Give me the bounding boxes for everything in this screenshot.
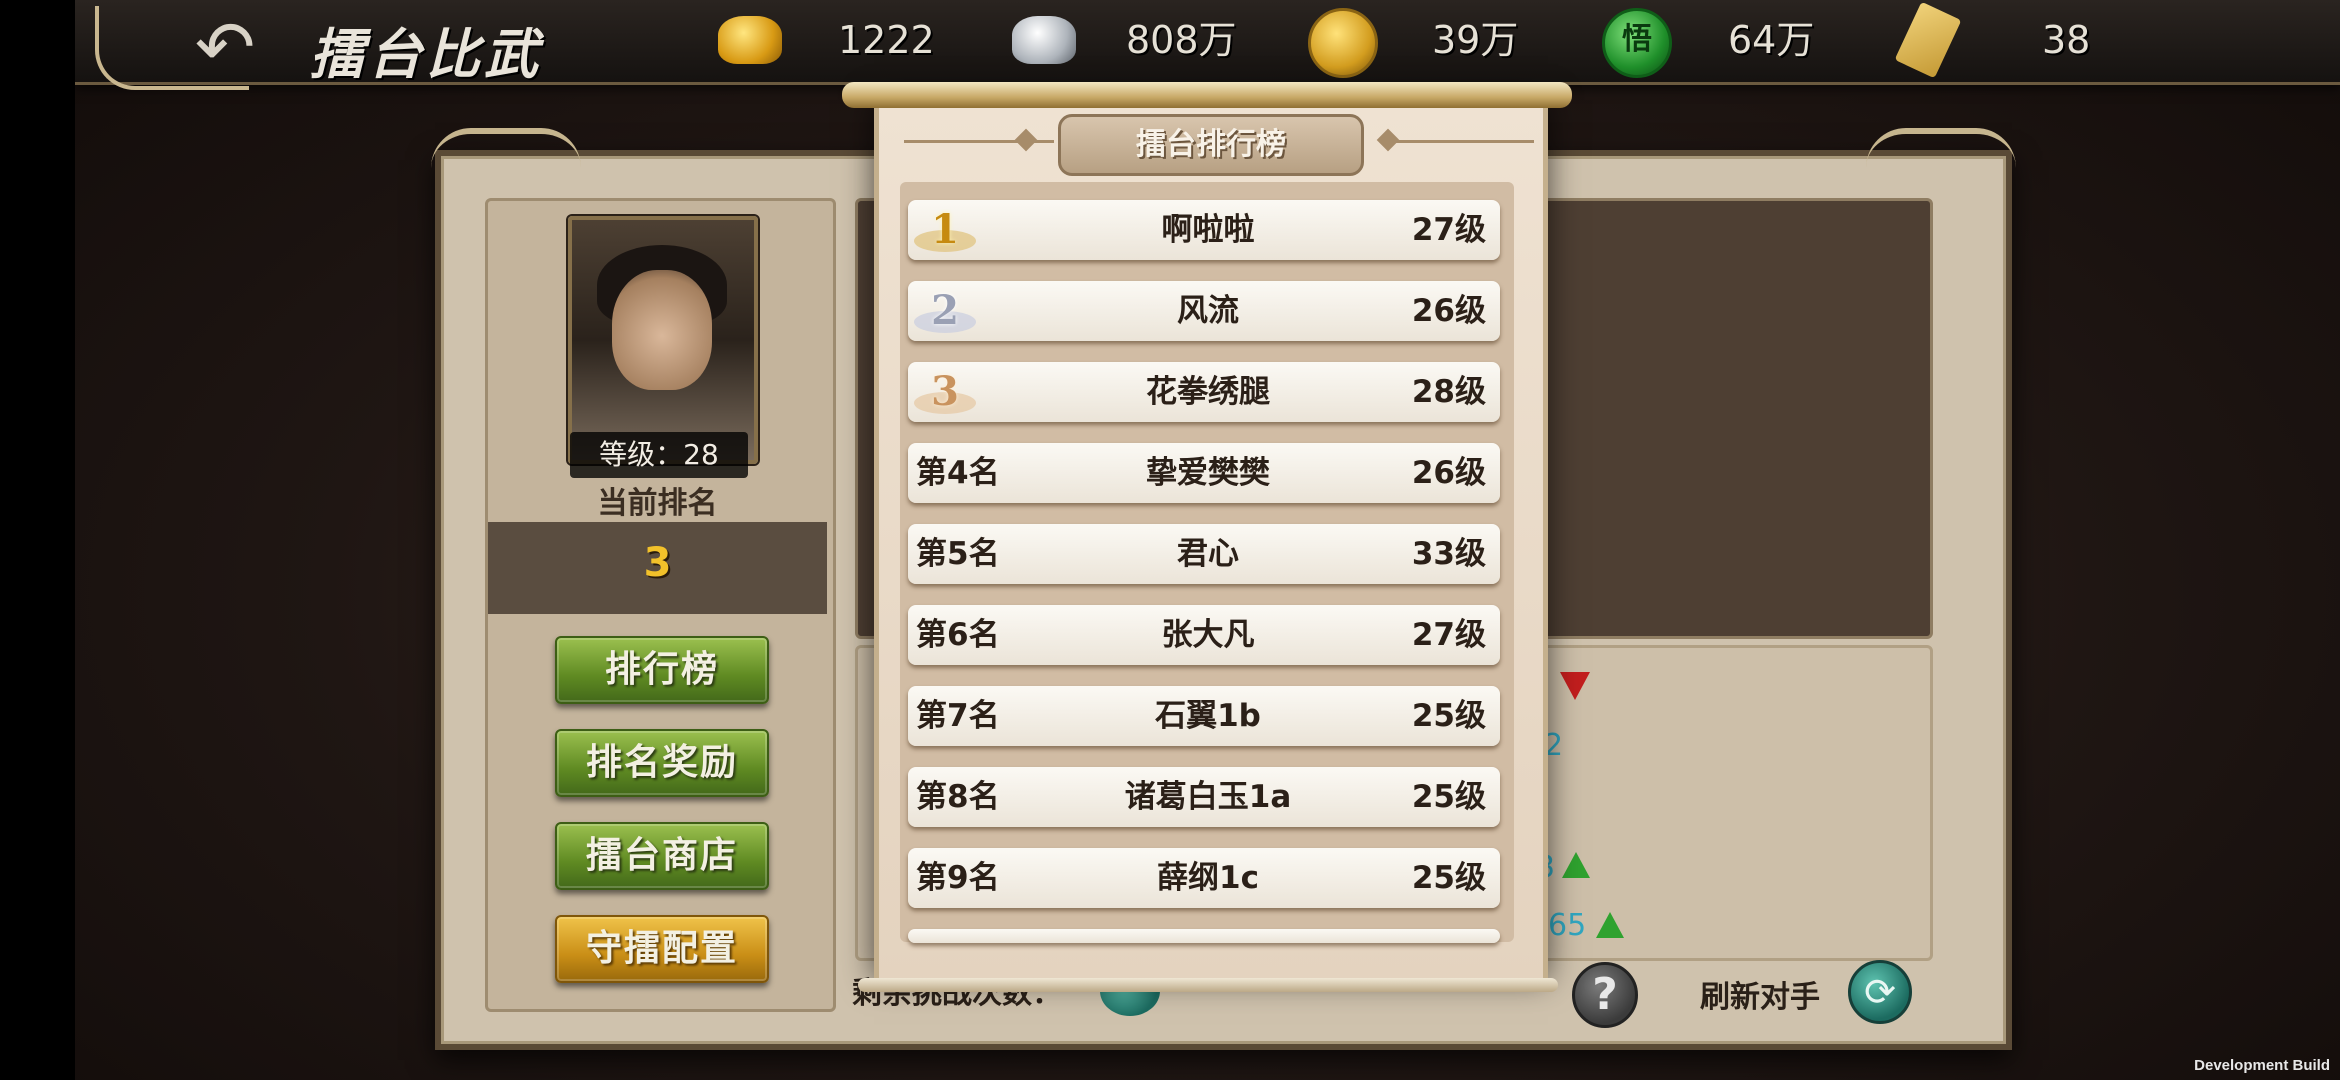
- rank-up-arrow-icon: [1562, 852, 1590, 878]
- defense-config-button[interactable]: 守擂配置: [555, 915, 769, 983]
- player-level: 25级: [1411, 860, 1486, 896]
- rank-label: 第7名: [916, 698, 1000, 734]
- leaderboard-row[interactable]: 第7名 石翼1b 25级: [908, 686, 1500, 746]
- copper-coin-icon: [1308, 8, 1378, 78]
- player-name: 挚爱樊樊: [1146, 455, 1270, 491]
- player-level: 27级: [1411, 212, 1486, 248]
- leaderboard-row[interactable]: 3 花拳绣腿 28级: [908, 362, 1500, 422]
- back-arrow-icon[interactable]: ↶: [170, 11, 280, 83]
- jade-value: 64万: [1728, 18, 1815, 62]
- rank-up-arrow-icon: [1596, 912, 1624, 938]
- rank-label: 第4名: [916, 455, 1000, 491]
- refresh-opponents-label: 刷新对手: [1700, 980, 1820, 1015]
- token-value: 38: [2042, 18, 2091, 62]
- player-level: 25级: [1411, 698, 1486, 734]
- arena-shop-button[interactable]: 擂台商店: [555, 822, 769, 890]
- silver-value: 808万: [1126, 18, 1237, 62]
- leaderboard-row-partial: [908, 929, 1500, 943]
- player-name: 张大凡: [1161, 617, 1255, 653]
- player-name: 诸葛白玉1a: [1124, 779, 1292, 815]
- player-name: 花拳绣腿: [1146, 374, 1270, 410]
- page-title: 擂台比武: [310, 22, 542, 86]
- enlightenment-jade-icon: 悟: [1602, 8, 1672, 78]
- bronze-medal-icon: 3: [931, 368, 959, 415]
- gold-medal-icon: 1: [931, 206, 959, 253]
- frame-ornament-left: [431, 128, 581, 174]
- player-name: 君心: [1177, 536, 1239, 572]
- silver-medal-icon: 2: [931, 287, 959, 334]
- player-level: 27级: [1411, 617, 1486, 653]
- portrait-face: [612, 270, 712, 390]
- current-rank-value: 3: [643, 540, 672, 586]
- scroll-top-rod: [842, 82, 1572, 108]
- leaderboard-row[interactable]: 2 风流 26级: [908, 281, 1500, 341]
- rank-label: 第8名: [916, 779, 1000, 815]
- player-portrait: [568, 216, 758, 464]
- frame-ornament-right: [1866, 128, 2016, 174]
- player-name: 风流: [1177, 293, 1239, 329]
- leaderboard-row[interactable]: 第5名 君心 33级: [908, 524, 1500, 584]
- player-level: 33级: [1411, 536, 1486, 572]
- current-rank-caption: 当前排名: [597, 486, 718, 521]
- player-level: 26级: [1411, 293, 1486, 329]
- leaderboard-row[interactable]: 第9名 薛纲1c 25级: [908, 848, 1500, 908]
- player-name: 啊啦啦: [1161, 212, 1255, 248]
- leaderboard-row[interactable]: 1 啊啦啦 27级: [908, 200, 1500, 260]
- rank-down-arrow-icon: [1560, 672, 1590, 700]
- help-icon[interactable]: ?: [1572, 962, 1638, 1028]
- player-level: 25级: [1411, 779, 1486, 815]
- leaderboard-row[interactable]: 第8名 诸葛白玉1a 25级: [908, 767, 1500, 827]
- scroll-bottom-rod: [858, 978, 1558, 992]
- rank-change-c: 65: [1548, 908, 1587, 943]
- leaderboard-button[interactable]: 排行榜: [555, 636, 769, 704]
- leaderboard-row[interactable]: 第4名 挚爱樊樊 26级: [908, 443, 1500, 503]
- title-ornament-right: [1384, 140, 1534, 143]
- rank-label: 第9名: [916, 860, 1000, 896]
- silver-ingot-icon: [1012, 16, 1076, 64]
- coin-value: 39万: [1432, 18, 1519, 62]
- development-build-tag: Development Build: [2194, 1057, 2330, 1074]
- rank-label: 第5名: [916, 536, 1000, 572]
- leaderboard-row[interactable]: 第6名 张大凡 27级: [908, 605, 1500, 665]
- player-level: 28级: [1411, 374, 1486, 410]
- refresh-icon[interactable]: ⟳: [1848, 960, 1912, 1024]
- leaderboard-title: 擂台排行榜: [1058, 114, 1364, 176]
- rank-rewards-button[interactable]: 排名奖励: [555, 729, 769, 797]
- gold-value: 1222: [838, 18, 935, 62]
- gold-ingot-icon: [718, 16, 782, 64]
- player-name: 石翼1b: [1155, 698, 1261, 734]
- player-level: 26级: [1411, 455, 1486, 491]
- player-name: 薛纲1c: [1157, 860, 1259, 896]
- rank-label: 第6名: [916, 617, 1000, 653]
- player-level: 等级：28: [570, 432, 748, 478]
